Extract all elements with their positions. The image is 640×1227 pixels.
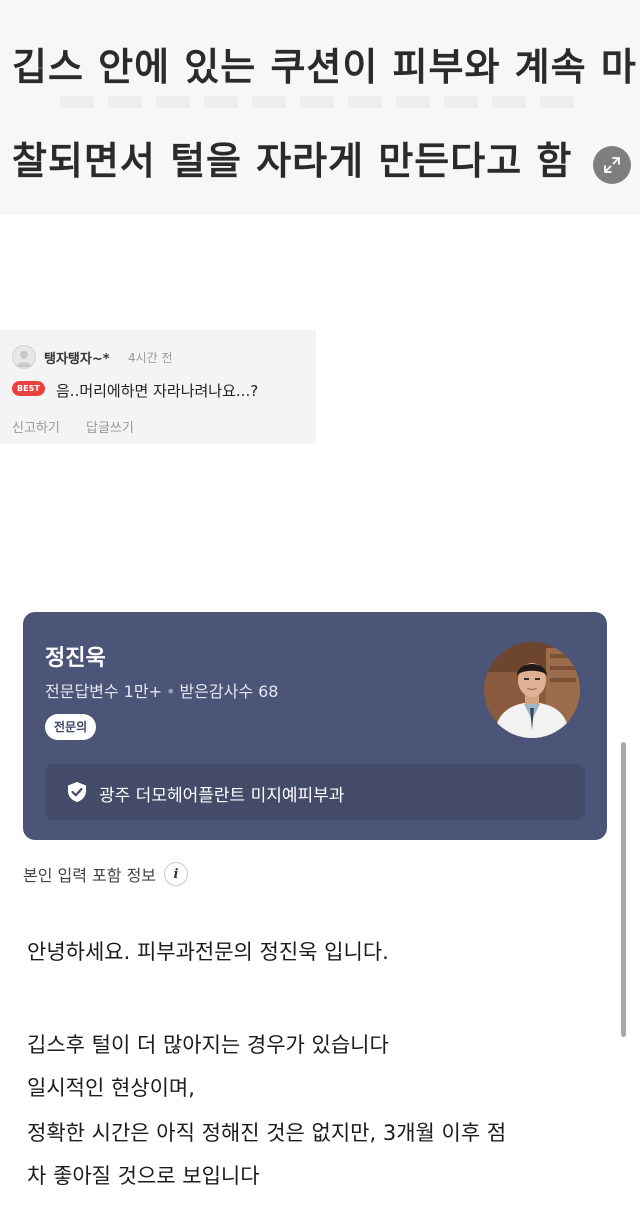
- caption-line-1: 깁스 안에 있는 쿠션이 피부와 계속 마: [12, 45, 637, 89]
- answer-line-2: 깁스후 털이 더 많아지는 경우가 있습니다: [27, 1033, 389, 1057]
- caption-line-2: 찰되면서 털을 자라게 만든다고 함: [12, 139, 573, 183]
- best-badge: BEST: [12, 381, 45, 396]
- scrollbar[interactable]: [621, 742, 626, 1037]
- doctor-photo: [484, 642, 580, 738]
- report-link[interactable]: 신고하기: [12, 417, 60, 436]
- doctor-name: 정진욱: [45, 646, 106, 671]
- clinic-name: 광주 더모헤어플란트 미지예피부과: [99, 786, 345, 806]
- answer-line-1: 안녕하세요. 피부과전문의 정진욱 입니다.: [27, 940, 389, 964]
- comment-author[interactable]: 탱자탱자~*: [44, 348, 110, 367]
- expand-arrows-icon: [604, 157, 620, 173]
- info-row: 본인 입력 포함 정보 i: [23, 862, 189, 886]
- answers-count: 전문답변수 1만+: [45, 682, 162, 701]
- comment-text: 음..머리에하면 자라나려나요...?: [56, 382, 259, 400]
- caption-block: 깁스 안에 있는 쿠션이 피부와 계속 마 찰되면서 털을 자라게 만든다고 함: [0, 0, 640, 215]
- expand-button[interactable]: [593, 146, 631, 184]
- shield-check-icon: [68, 782, 86, 802]
- doctor-profile-card[interactable]: 정진욱 전문답변수 1만+ • 받은감사수 68 전문의 광주 더모헤어플란트 …: [23, 612, 607, 840]
- comment-card: 탱자탱자~* 4시간 전 BEST 음..머리에하면 자라나려나요...? 신고…: [0, 330, 316, 444]
- thanks-count: 받은감사수 68: [179, 682, 279, 701]
- doctor-stats: 전문답변수 1만+ • 받은감사수 68: [45, 678, 278, 702]
- answer-line-4: 정확한 시간은 아직 정해진 것은 없지만, 3개월 이후 점: [27, 1121, 507, 1145]
- default-avatar-icon: [12, 345, 36, 369]
- answer-line-5: 차 좋아질 것으로 보입니다: [27, 1164, 260, 1188]
- info-label: 본인 입력 포함 정보: [23, 866, 157, 885]
- specialist-badge: 전문의: [45, 714, 97, 740]
- caption-faded-subtitle: [60, 96, 580, 108]
- answer-line-3: 일시적인 현상이며,: [27, 1076, 195, 1100]
- clinic-bar[interactable]: 광주 더모헤어플란트 미지예피부과: [45, 764, 585, 820]
- reply-link[interactable]: 답글쓰기: [86, 417, 134, 436]
- stats-separator: •: [166, 682, 176, 701]
- info-icon[interactable]: i: [164, 862, 189, 886]
- comment-time: 4시간 전: [128, 351, 173, 365]
